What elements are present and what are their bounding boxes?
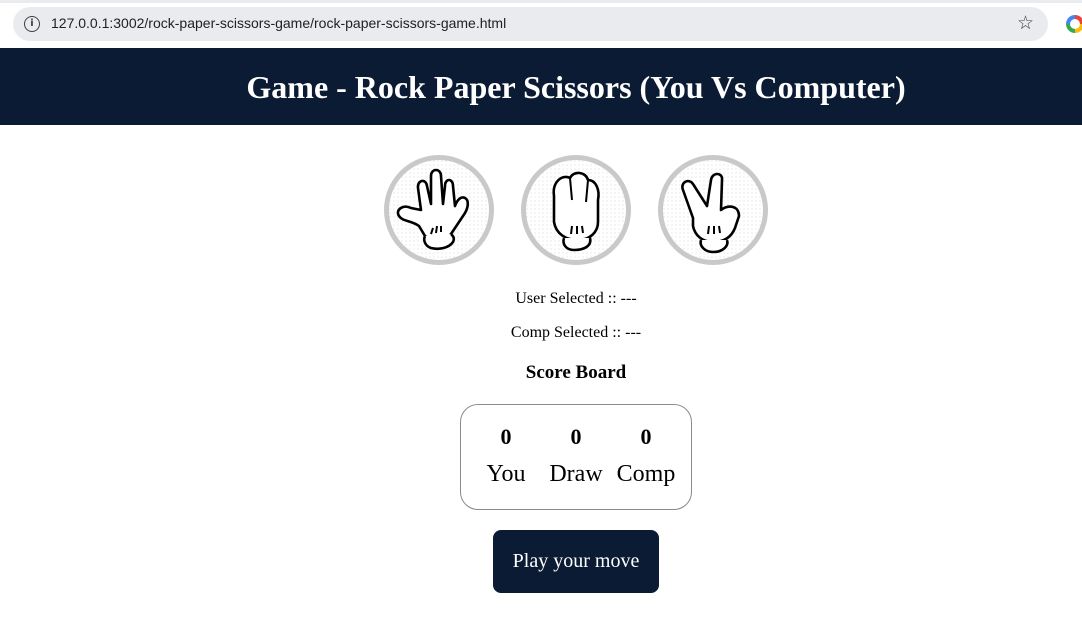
info-icon[interactable]: i [24,16,40,32]
page-title: Game - Rock Paper Scissors (You Vs Compu… [246,69,906,105]
scissors-choice-button[interactable] [658,155,768,265]
score-draw: 0 Draw [541,423,611,489]
star-icon[interactable]: ☆ [1017,12,1034,34]
score-board: 0 You 0 Draw 0 Comp [460,404,692,510]
extension-icon[interactable] [1066,15,1082,33]
address-bar[interactable]: i 127.0.0.1:3002/rock-paper-scissors-gam… [13,7,1048,41]
scissors-hand-icon [663,160,763,260]
paper-hand-icon [526,160,626,260]
browser-toolbar: i 127.0.0.1:3002/rock-paper-scissors-gam… [0,0,1082,48]
comp-selected-text: Comp Selected :: --- [510,324,642,341]
score-comp-label: Comp [616,461,676,487]
page-header: Game - Rock Paper Scissors (You Vs Compu… [0,48,1082,125]
paper-choice-button[interactable] [521,155,631,265]
url-text[interactable]: 127.0.0.1:3002/rock-paper-scissors-game/… [51,15,506,31]
rock-choice-button[interactable] [384,155,494,265]
rock-hand-icon [389,160,489,260]
score-board-heading: Score Board [525,362,627,383]
score-you: 0 You [471,423,541,489]
score-comp: 0 Comp [611,423,681,489]
tab-strip-edge [0,0,1082,3]
user-selected-text: User Selected :: --- [515,290,637,307]
score-you-label: You [486,461,526,487]
play-your-move-button[interactable]: Play your move [493,530,659,593]
score-draw-label: Draw [549,461,603,487]
score-draw-value: 0 [570,424,582,449]
score-comp-value: 0 [640,424,652,449]
score-you-value: 0 [500,424,512,449]
